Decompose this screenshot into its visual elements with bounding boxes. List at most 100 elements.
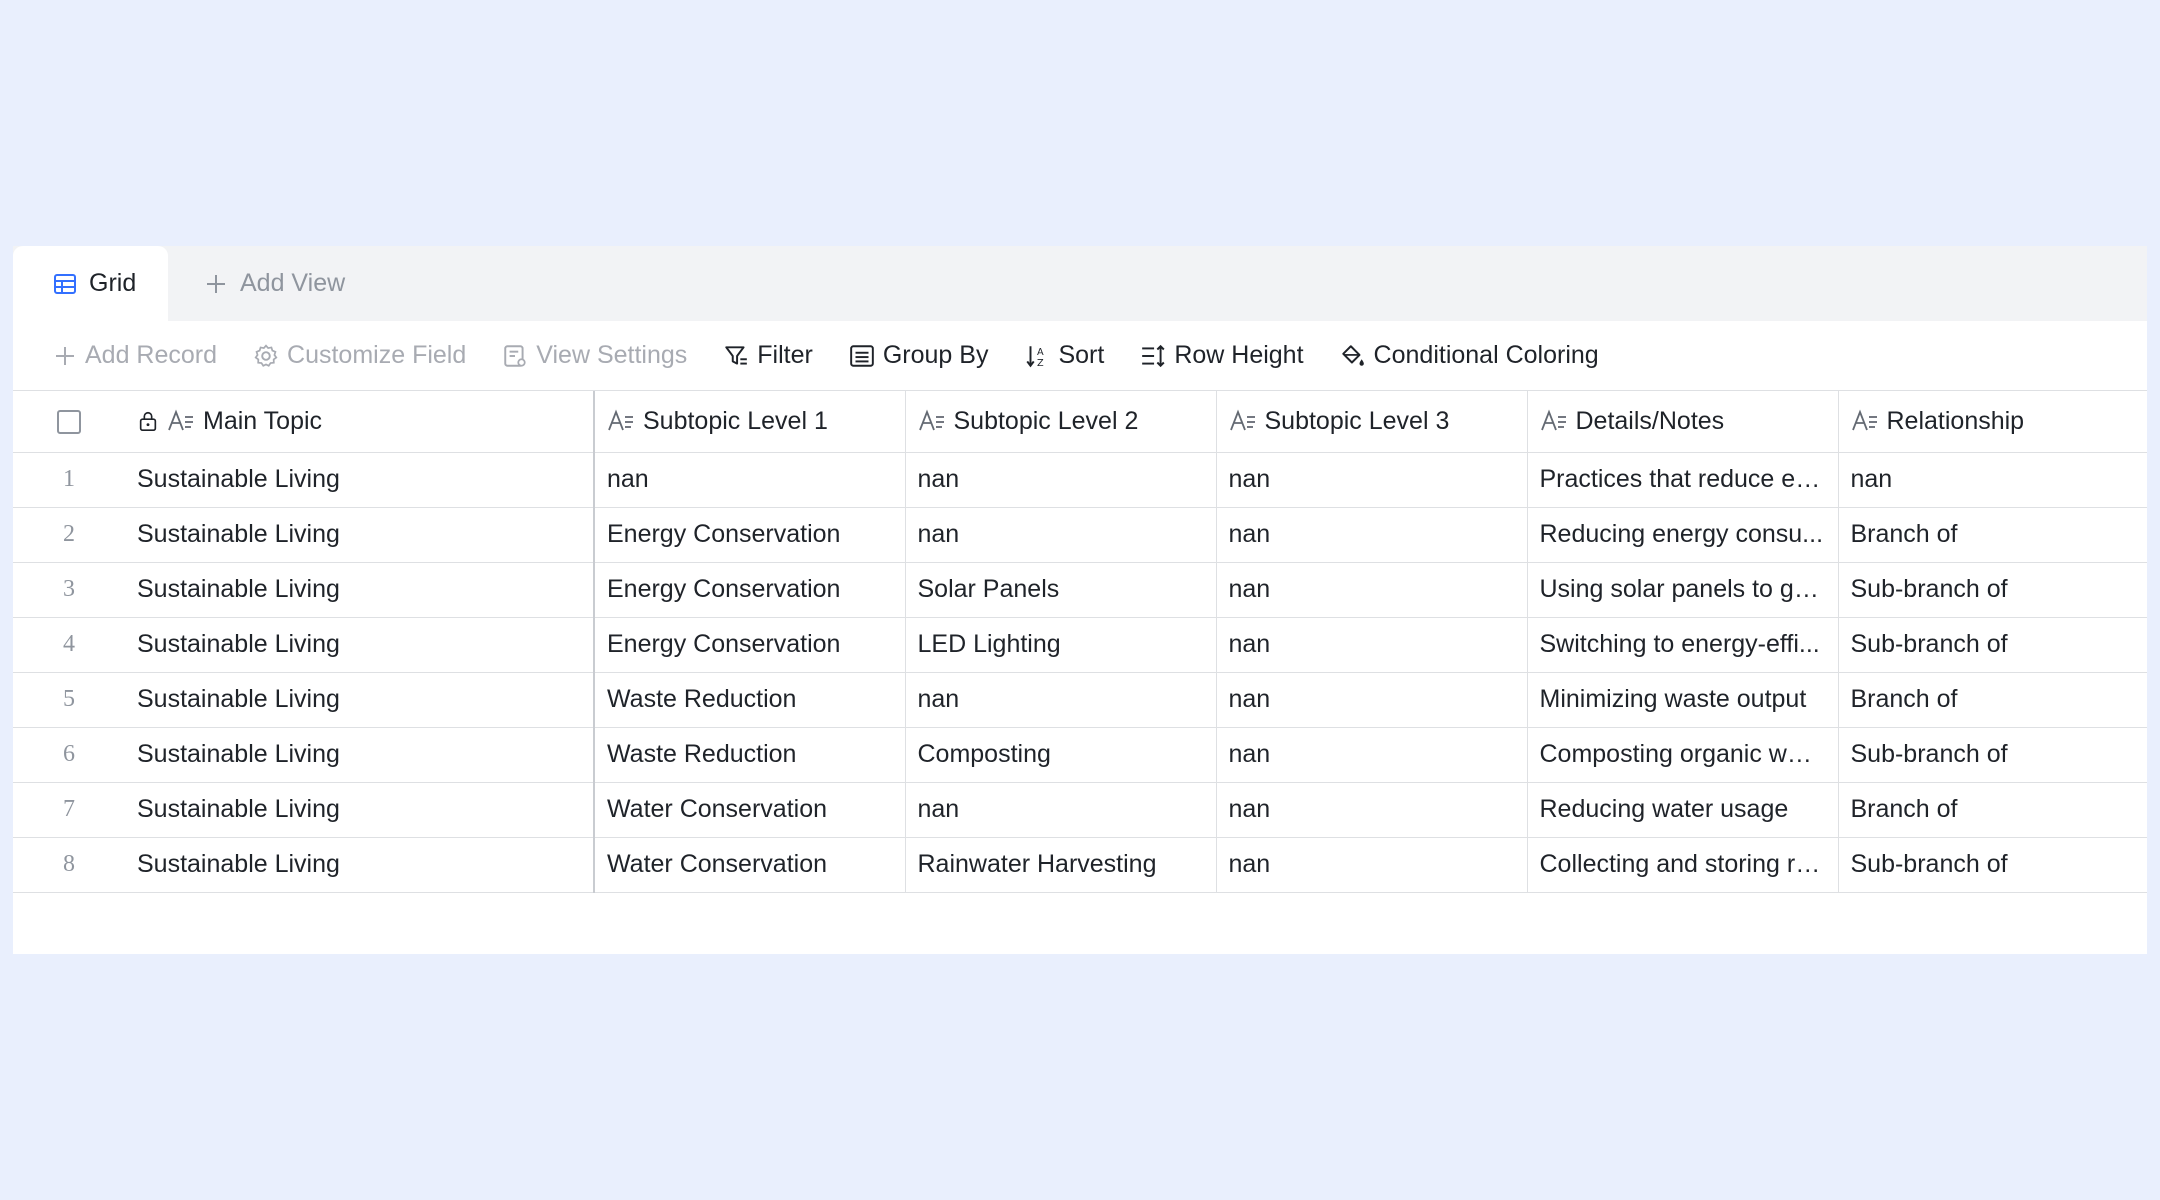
row-number: 7: [13, 782, 125, 838]
text-field-icon: [1229, 409, 1257, 433]
column-label: Relationship: [1886, 406, 2025, 435]
table-cell[interactable]: Energy Conservation: [594, 562, 906, 618]
conditional-coloring-button[interactable]: Conditional Coloring: [1340, 341, 1599, 370]
table-cell[interactable]: Water Conservation: [594, 782, 906, 838]
table-row[interactable]: 8 Sustainable Living Water Conservation Rai…: [13, 837, 2147, 893]
table-cell[interactable]: Minimizing waste output: [1527, 672, 1839, 728]
table-cell[interactable]: LED Lighting: [905, 617, 1217, 673]
row-number: 3: [13, 562, 125, 618]
group-by-label: Group By: [882, 341, 989, 369]
table-cell[interactable]: nan: [905, 507, 1217, 563]
table-cell[interactable]: nan: [594, 452, 906, 508]
table-cell[interactable]: Practices that reduce en...: [1527, 452, 1839, 508]
table-cell[interactable]: Sub-branch of: [1838, 562, 2147, 618]
table-cell[interactable]: Sustainable Living: [125, 782, 595, 838]
row-number: 8: [13, 837, 125, 893]
column-header-main-topic[interactable]: Main Topic: [125, 391, 595, 453]
table-row[interactable]: 5 Sustainable Living Waste Reduction nan nan…: [13, 672, 2147, 728]
table-cell[interactable]: Sustainable Living: [125, 562, 595, 618]
table-cell[interactable]: nan: [1216, 452, 1528, 508]
group-by-icon: [849, 343, 875, 369]
table-cell[interactable]: Reducing water usage: [1527, 782, 1839, 838]
table-cell[interactable]: Energy Conservation: [594, 617, 906, 673]
table-row[interactable]: 7 Sustainable Living Water Conservation nan…: [13, 782, 2147, 838]
svg-text:A: A: [1037, 346, 1044, 357]
column-label: Subtopic Level 2: [953, 406, 1139, 435]
table-cell[interactable]: Sub-branch of: [1838, 727, 2147, 783]
column-header-subtopic-level-3[interactable]: Subtopic Level 3: [1216, 391, 1528, 453]
table-cell[interactable]: Sustainable Living: [125, 837, 595, 893]
table-cell[interactable]: Composting organic waste: [1527, 727, 1839, 783]
view-settings-button[interactable]: View Settings: [502, 341, 687, 370]
table-cell[interactable]: Rainwater Harvesting: [905, 837, 1217, 893]
text-field-icon: [167, 409, 195, 433]
add-view-label: Add View: [240, 269, 346, 297]
table-row[interactable]: 1 Sustainable Living nan nan nan Practices th…: [13, 452, 2147, 508]
filter-button[interactable]: Filter: [723, 341, 813, 370]
column-label: Details/Notes: [1575, 406, 1725, 435]
grid-table-icon: [53, 272, 77, 296]
tab-grid-label: Grid: [89, 269, 137, 297]
row-number: 1: [13, 452, 125, 508]
column-header-subtopic-level-1[interactable]: Subtopic Level 1: [594, 391, 906, 453]
table-cell[interactable]: Using solar panels to ge...: [1527, 562, 1839, 618]
column-label: Main Topic: [203, 406, 323, 435]
text-field-icon: [1540, 409, 1568, 433]
table-cell[interactable]: Energy Conservation: [594, 507, 906, 563]
table-cell[interactable]: Collecting and storing ra...: [1527, 837, 1839, 893]
sort-button[interactable]: AZ Sort: [1024, 341, 1104, 370]
column-header-relationship[interactable]: Relationship: [1838, 391, 2147, 453]
table-cell[interactable]: Sustainable Living: [125, 727, 595, 783]
tab-grid[interactable]: Grid: [13, 246, 168, 321]
table-cell[interactable]: Sustainable Living: [125, 452, 595, 508]
table-cell[interactable]: Solar Panels: [905, 562, 1217, 618]
table-cell[interactable]: Composting: [905, 727, 1217, 783]
column-header-subtopic-level-2[interactable]: Subtopic Level 2: [905, 391, 1217, 453]
table-row[interactable]: 4 Sustainable Living Energy Conservation LE…: [13, 617, 2147, 673]
table-cell[interactable]: Sub-branch of: [1838, 837, 2147, 893]
row-height-button[interactable]: Row Height: [1140, 341, 1304, 370]
table-cell[interactable]: Sustainable Living: [125, 507, 595, 563]
table-cell[interactable]: Sub-branch of: [1838, 617, 2147, 673]
select-all-checkbox[interactable]: [57, 410, 81, 435]
table-cell[interactable]: nan: [1216, 617, 1528, 673]
table-cell[interactable]: Sustainable Living: [125, 617, 595, 673]
table-cell[interactable]: Waste Reduction: [594, 672, 906, 728]
table-cell[interactable]: Sustainable Living: [125, 672, 595, 728]
table-cell[interactable]: nan: [1838, 452, 2147, 508]
column-label: Subtopic Level 1: [643, 406, 828, 435]
row-height-icon: [1140, 343, 1166, 369]
row-number: 5: [13, 672, 125, 728]
table-cell[interactable]: nan: [905, 452, 1217, 508]
view-tab-bar: Grid Add View: [13, 246, 2147, 321]
table-cell[interactable]: Switching to energy-effi...: [1527, 617, 1839, 673]
table-cell[interactable]: Reducing energy consu...: [1527, 507, 1839, 563]
column-header-details-notes[interactable]: Details/Notes: [1527, 391, 1839, 453]
table-cell[interactable]: Branch of: [1838, 507, 2147, 563]
table-cell[interactable]: nan: [1216, 672, 1528, 728]
toolbar: Add Record Customize Field View Settings…: [13, 321, 2147, 391]
table-cell[interactable]: nan: [1216, 727, 1528, 783]
group-by-button[interactable]: Group By: [849, 341, 989, 370]
table-cell[interactable]: Branch of: [1838, 672, 2147, 728]
gear-icon: [253, 343, 279, 369]
table-row[interactable]: 2 Sustainable Living Energy Conservation na…: [13, 507, 2147, 563]
table-cell[interactable]: nan: [1216, 782, 1528, 838]
table-cell[interactable]: Branch of: [1838, 782, 2147, 838]
table-row[interactable]: 6 Sustainable Living Waste Reduction Compos…: [13, 727, 2147, 783]
table-cell[interactable]: nan: [905, 672, 1217, 728]
row-number: 4: [13, 617, 125, 673]
add-record-button[interactable]: Add Record: [53, 341, 217, 370]
table-cell[interactable]: nan: [1216, 562, 1528, 618]
customize-field-button[interactable]: Customize Field: [253, 341, 466, 370]
text-field-icon: [1851, 409, 1879, 433]
table-cell[interactable]: nan: [1216, 837, 1528, 893]
customize-field-label: Customize Field: [287, 341, 467, 369]
table-cell[interactable]: Waste Reduction: [594, 727, 906, 783]
table-cell[interactable]: Water Conservation: [594, 837, 906, 893]
plus-icon: [53, 344, 77, 368]
table-cell[interactable]: nan: [905, 782, 1217, 838]
table-cell[interactable]: nan: [1216, 507, 1528, 563]
table-row[interactable]: 3 Sustainable Living Energy Conservation So…: [13, 562, 2147, 618]
add-view-button[interactable]: Add View: [168, 246, 373, 321]
